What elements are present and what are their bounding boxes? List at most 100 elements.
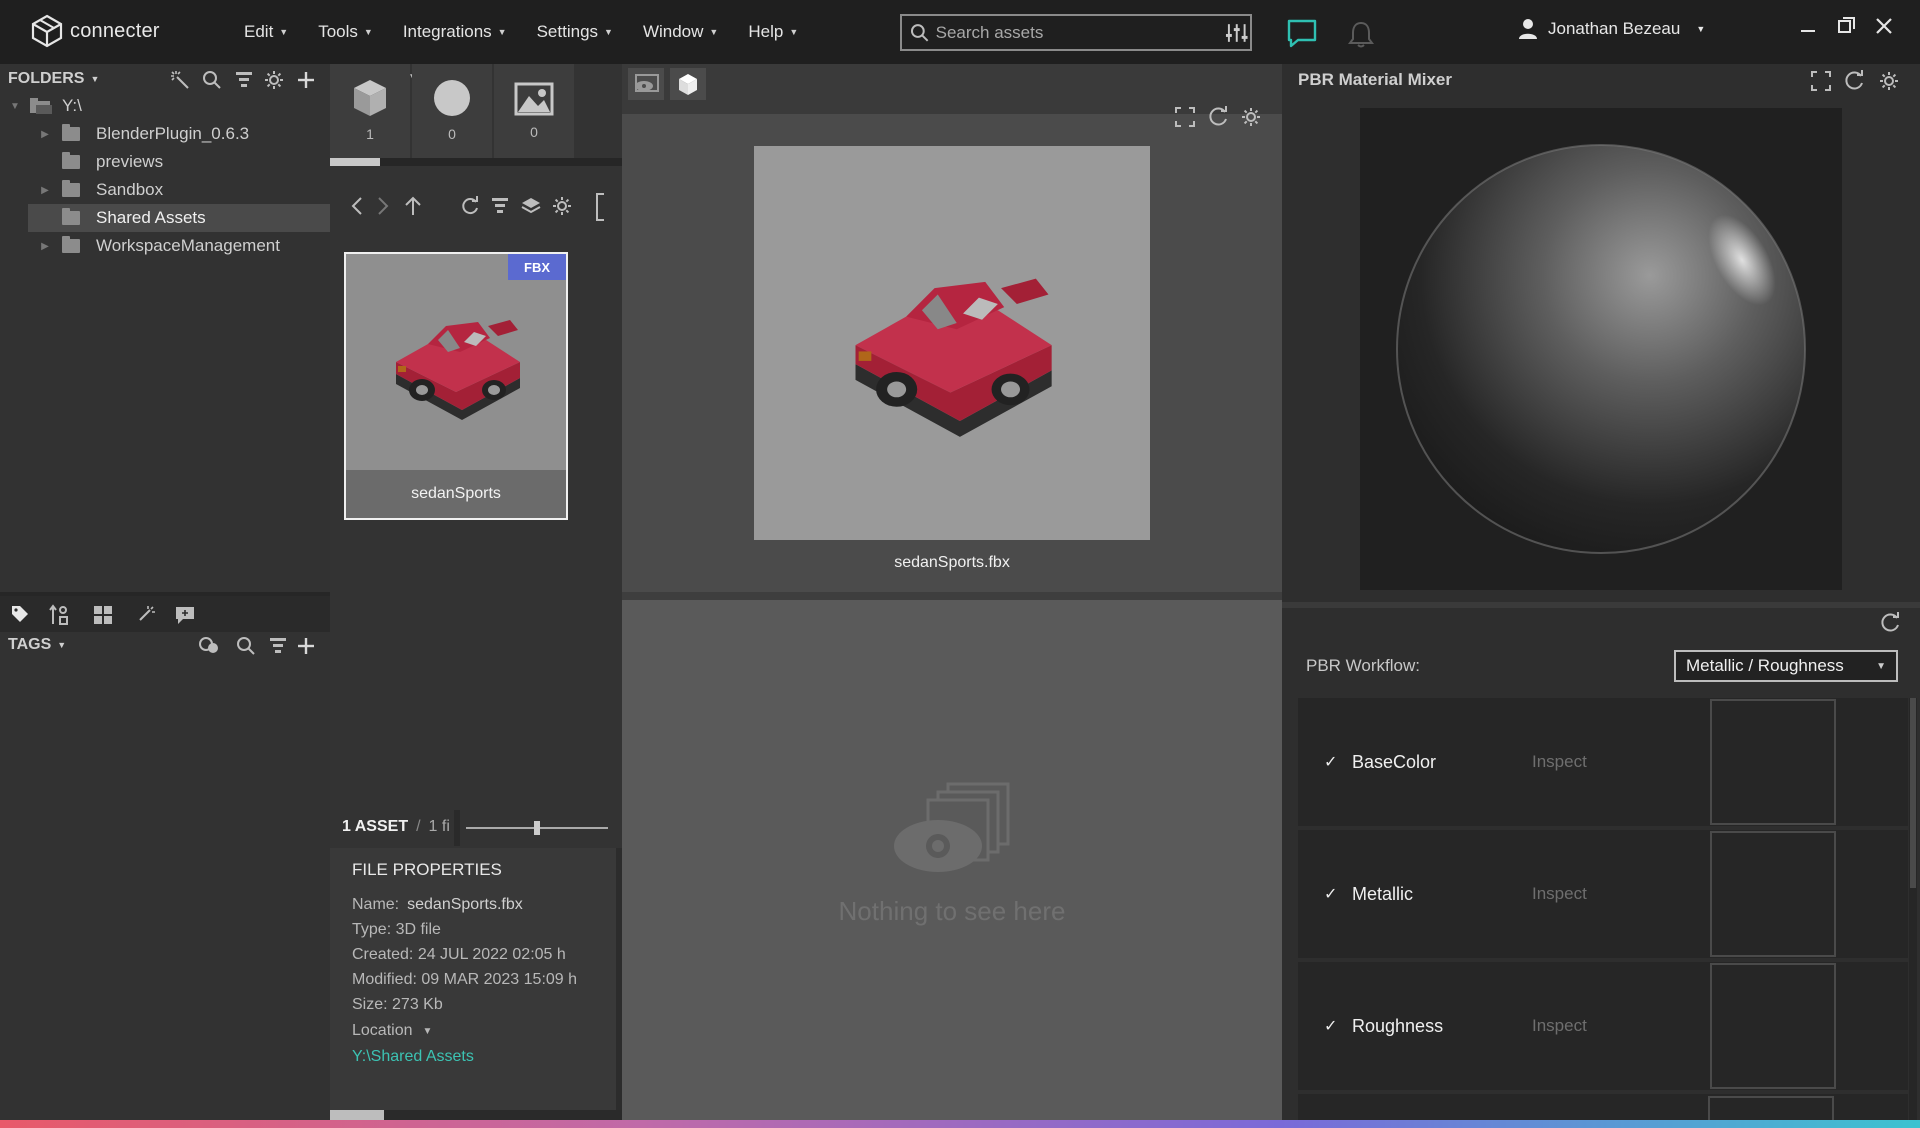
main-menu: Edit ▼ Tools ▼ Integrations ▼ Settings ▼ Win…: [244, 0, 828, 64]
magic-wand-icon[interactable]: [134, 604, 156, 626]
menu-help[interactable]: Help ▼: [748, 22, 798, 42]
tree-root-label: Y:\: [62, 96, 82, 115]
collapsed-triangle-icon[interactable]: ▶: [38, 129, 52, 140]
folders-header[interactable]: FOLDERS ▼: [8, 70, 99, 88]
app-logo[interactable]: connecter: [30, 14, 160, 48]
tab-preview[interactable]: [628, 68, 664, 100]
back-icon[interactable]: [350, 196, 364, 216]
prop-name: Name: sedanSports.fbx: [352, 896, 523, 914]
channel-map-slot[interactable]: [1710, 831, 1836, 957]
type-count: 1: [366, 126, 374, 142]
add-tag-icon[interactable]: [296, 636, 316, 656]
gear-icon[interactable]: [1240, 106, 1262, 128]
fullscreen-icon[interactable]: [1810, 70, 1832, 92]
magic-select-icon[interactable]: [170, 70, 190, 90]
restore-icon[interactable]: [1838, 16, 1856, 34]
list-view-icon[interactable]: [268, 636, 288, 656]
sphere-icon: [434, 80, 470, 116]
tree-item-sandbox[interactable]: ▶ Sandbox: [0, 176, 330, 204]
secondary-viewer: Nothing to see here: [622, 600, 1282, 1120]
menu-window[interactable]: Window ▼: [643, 22, 718, 42]
inspect-button[interactable]: Inspect: [1532, 752, 1710, 772]
slider-handle[interactable]: [534, 821, 540, 835]
user-icon: [1519, 19, 1537, 39]
tree-root[interactable]: ▼ Y:\: [0, 92, 330, 120]
pbr-workflow-select[interactable]: Metallic / Roughness ▼: [1674, 650, 1898, 682]
search-icon[interactable]: [202, 70, 222, 90]
search-icon[interactable]: [236, 636, 256, 656]
layers-icon[interactable]: [520, 196, 542, 216]
gear-icon[interactable]: [1878, 70, 1900, 92]
channel-row-roughness[interactable]: ✓ Roughness Inspect: [1298, 962, 1908, 1092]
type-tab-3d[interactable]: 1: [330, 64, 410, 158]
caret-down-icon: ▼: [422, 1025, 433, 1037]
menu-tools[interactable]: Tools ▼: [318, 22, 373, 42]
up-arrow-icon[interactable]: [404, 196, 422, 216]
check-icon[interactable]: ✓: [1324, 884, 1352, 904]
refresh-icon[interactable]: [1880, 612, 1902, 634]
expanded-triangle-icon[interactable]: ▼: [8, 101, 22, 112]
search-input[interactable]: [935, 22, 1211, 43]
comment-icon[interactable]: [174, 604, 196, 626]
tags-header[interactable]: TAGS ▼: [8, 636, 66, 654]
empty-eye-icon: [894, 782, 1010, 872]
collapsed-triangle-icon[interactable]: ▶: [38, 185, 52, 196]
inspect-button[interactable]: Inspect: [1532, 884, 1710, 904]
menu-settings[interactable]: Settings ▼: [537, 22, 613, 42]
channel-map-slot[interactable]: [1710, 963, 1836, 1089]
car-preview-image: [855, 278, 1052, 437]
fullscreen-icon[interactable]: [1174, 106, 1196, 128]
channel-map-slot[interactable]: [1710, 699, 1836, 825]
folder-icon: [62, 152, 80, 169]
filter-sliders-icon[interactable]: [1224, 22, 1250, 44]
tab-3d-viewer[interactable]: [670, 68, 706, 100]
grid-view-icon[interactable]: [92, 604, 114, 626]
bell-icon[interactable]: [1348, 20, 1374, 48]
list-view-icon[interactable]: [234, 70, 254, 90]
horizontal-scroll-thumb[interactable]: [330, 1110, 384, 1120]
channel-row-basecolor[interactable]: ✓ BaseColor Inspect: [1298, 698, 1908, 828]
tree-item-shared-assets[interactable]: Shared Assets: [28, 204, 330, 232]
location-link[interactable]: Y:\Shared Assets: [352, 1048, 474, 1066]
model-preview[interactable]: [754, 146, 1150, 540]
chat-icon[interactable]: [1286, 18, 1318, 48]
material-preview[interactable]: [1360, 108, 1842, 590]
location-toggle[interactable]: Location ▼: [352, 1022, 432, 1040]
sort-icon[interactable]: [48, 604, 70, 626]
tag-icon[interactable]: [10, 604, 30, 624]
type-tab-indicator: [330, 158, 380, 166]
refresh-icon[interactable]: [460, 196, 480, 216]
add-folder-icon[interactable]: [296, 70, 316, 90]
channel-row-metallic[interactable]: ✓ Metallic Inspect: [1298, 830, 1908, 960]
menu-edit[interactable]: Edit ▼: [244, 22, 288, 42]
tree-item-blenderplugin[interactable]: ▶ BlenderPlugin_0.6.3: [0, 120, 330, 148]
check-icon[interactable]: ✓: [1324, 1016, 1352, 1036]
check-icon[interactable]: ✓: [1324, 752, 1352, 772]
gear-icon[interactable]: [264, 70, 284, 90]
menu-integrations[interactable]: Integrations ▼: [403, 22, 507, 42]
close-icon[interactable]: [1876, 18, 1892, 34]
refresh-icon[interactable]: [1844, 70, 1866, 92]
user-menu[interactable]: Jonathan Bezeau ▼: [1518, 18, 1705, 40]
list-view-icon[interactable]: [490, 196, 510, 216]
bracket-icon[interactable]: [594, 192, 606, 222]
channel-map-slot: [1708, 1096, 1834, 1120]
minimize-icon[interactable]: [1800, 26, 1816, 34]
channels-scroll-thumb[interactable]: [1910, 698, 1916, 888]
tag-filter-icon[interactable]: [198, 635, 220, 655]
count-divider: [454, 810, 460, 846]
format-badge: FBX: [508, 254, 566, 280]
asset-card[interactable]: FBX sedanSports: [344, 252, 568, 520]
type-tab-image[interactable]: 0: [494, 64, 574, 158]
forward-icon[interactable]: [376, 196, 390, 216]
refresh-icon[interactable]: [1208, 106, 1230, 128]
tree-item-workspacemanagement[interactable]: ▶ WorkspaceManagement: [0, 232, 330, 260]
type-tab-material[interactable]: 0: [412, 64, 492, 158]
panel-divider[interactable]: [1282, 602, 1920, 608]
inspect-button[interactable]: Inspect: [1532, 1016, 1710, 1036]
viewer-divider[interactable]: [622, 592, 1282, 600]
tree-item-previews[interactable]: previews: [0, 148, 330, 176]
collapsed-triangle-icon[interactable]: ▶: [38, 241, 52, 252]
gear-icon[interactable]: [552, 196, 572, 216]
pbr-material-mixer: PBR Material Mixer PBR Workflow: Metalli…: [1282, 64, 1920, 1120]
